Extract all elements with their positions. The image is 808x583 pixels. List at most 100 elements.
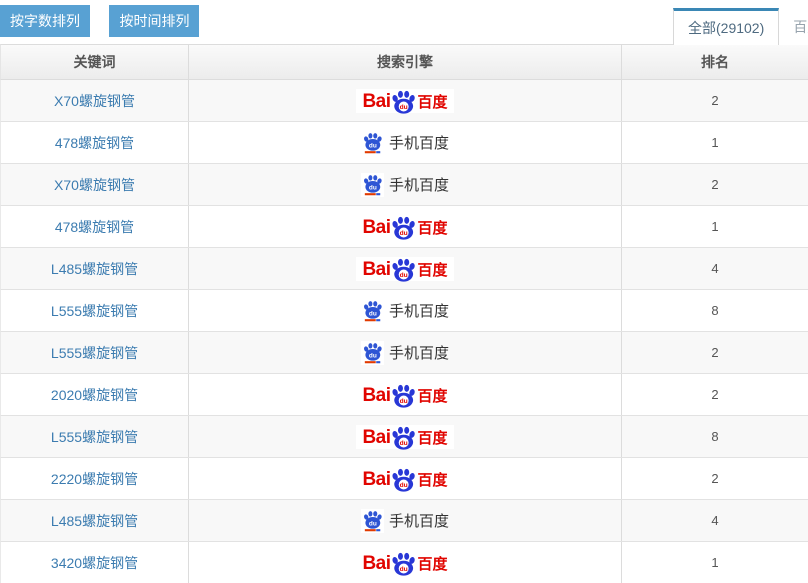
table-row: 478螺旋钢管 Bai du 百度 xyxy=(0,206,808,248)
rank-value: 1 xyxy=(711,555,718,570)
baidu-mobile-logo: du 手机百度 xyxy=(361,299,449,323)
keyword-link[interactable]: L485螺旋钢管 xyxy=(51,511,138,531)
baidu-mobile-label: 手机百度 xyxy=(389,300,449,321)
rank-report-page: 按字数排列 按时间排列 全部(29102) 百度 关键词 搜索引擎 排名 X70… xyxy=(0,0,808,583)
table-row: X70螺旋钢管 Bai du 百度 xyxy=(0,164,808,206)
baidu-pc-logo: Bai du 百度 xyxy=(356,89,453,113)
header-rank: 排名 xyxy=(622,45,808,79)
svg-text:du: du xyxy=(369,520,377,527)
baidu-mobile-paw-icon: du xyxy=(361,341,384,365)
table-row: L555螺旋钢管 Bai du 百度 xyxy=(0,290,808,332)
rank-value: 8 xyxy=(711,303,718,318)
baidu-logo-cn-text: 百度 xyxy=(418,472,448,490)
baidu-pc-logo: Bai du 百度 xyxy=(356,425,453,449)
baidu-logo-cn-text: 百度 xyxy=(418,388,448,406)
baidu-logo-cn-text: 百度 xyxy=(418,94,448,112)
keyword-link[interactable]: L555螺旋钢管 xyxy=(51,427,138,447)
svg-text:du: du xyxy=(399,397,407,404)
table-row: 478螺旋钢管 Bai du 百度 xyxy=(0,122,808,164)
sort-toolbar: 按字数排列 按时间排列 xyxy=(0,5,199,37)
rank-value: 1 xyxy=(711,219,718,234)
baidu-logo-bai-text: Bai xyxy=(362,554,390,574)
rank-value: 2 xyxy=(711,471,718,486)
svg-text:du: du xyxy=(369,310,377,317)
table-row: 2020螺旋钢管 Bai du 百度 xyxy=(0,374,808,416)
baidu-mobile-label: 手机百度 xyxy=(389,342,449,363)
baidu-mobile-label: 手机百度 xyxy=(389,174,449,195)
table-body: X70螺旋钢管 Bai du 百度 xyxy=(0,80,808,583)
baidu-paw-icon: du xyxy=(390,552,417,576)
keyword-rank-table: 关键词 搜索引擎 排名 X70螺旋钢管 Bai du 百度 xyxy=(0,44,808,583)
baidu-paw-icon: du xyxy=(390,468,417,492)
baidu-mobile-paw-icon: du xyxy=(361,299,384,323)
svg-text:du: du xyxy=(399,439,407,446)
svg-text:du: du xyxy=(399,565,407,572)
keyword-link[interactable]: 2020螺旋钢管 xyxy=(51,385,138,405)
header-keyword: 关键词 xyxy=(1,45,189,79)
tab-baidu[interactable]: 百度 xyxy=(779,8,808,45)
keyword-link[interactable]: L555螺旋钢管 xyxy=(51,301,138,321)
rank-value: 2 xyxy=(711,177,718,192)
tab-all[interactable]: 全部(29102) xyxy=(673,8,779,45)
keyword-link[interactable]: 478螺旋钢管 xyxy=(55,133,134,153)
rank-value: 4 xyxy=(711,513,718,528)
table-row: 3420螺旋钢管 Bai du 百度 xyxy=(0,542,808,583)
baidu-logo-cn-text: 百度 xyxy=(418,220,448,238)
baidu-paw-icon: du xyxy=(390,384,417,408)
svg-text:du: du xyxy=(399,481,407,488)
baidu-mobile-paw-icon: du xyxy=(361,173,384,197)
baidu-mobile-logo: du 手机百度 xyxy=(361,341,449,365)
table-row: L485螺旋钢管 Bai du 百度 xyxy=(0,248,808,290)
baidu-mobile-logo: du 手机百度 xyxy=(361,509,449,533)
baidu-logo-cn-text: 百度 xyxy=(418,556,448,574)
keyword-link[interactable]: L555螺旋钢管 xyxy=(51,343,138,363)
rank-value: 2 xyxy=(711,387,718,402)
rank-value: 8 xyxy=(711,429,718,444)
table-header-row: 关键词 搜索引擎 排名 xyxy=(0,44,808,80)
sort-by-wordcount-button[interactable]: 按字数排列 xyxy=(0,5,90,37)
baidu-mobile-paw-icon: du xyxy=(361,509,384,533)
rank-value: 4 xyxy=(711,261,718,276)
baidu-logo-bai-text: Bai xyxy=(362,92,390,112)
table-row: 2220螺旋钢管 Bai du 百度 xyxy=(0,458,808,500)
svg-text:du: du xyxy=(399,271,407,278)
baidu-logo-cn-text: 百度 xyxy=(418,430,448,448)
keyword-link[interactable]: 3420螺旋钢管 xyxy=(51,553,138,573)
svg-text:du: du xyxy=(399,103,407,110)
baidu-paw-icon: du xyxy=(390,258,417,282)
rank-value: 2 xyxy=(711,345,718,360)
baidu-logo-bai-text: Bai xyxy=(362,386,390,406)
svg-text:du: du xyxy=(369,142,377,149)
rank-value: 1 xyxy=(711,135,718,150)
keyword-link[interactable]: 2220螺旋钢管 xyxy=(51,469,138,489)
table-row: X70螺旋钢管 Bai du 百度 xyxy=(0,80,808,122)
keyword-link[interactable]: X70螺旋钢管 xyxy=(54,91,135,111)
table-row: L485螺旋钢管 Bai du 百度 xyxy=(0,500,808,542)
keyword-link[interactable]: 478螺旋钢管 xyxy=(55,217,134,237)
svg-text:du: du xyxy=(369,184,377,191)
baidu-mobile-logo: du 手机百度 xyxy=(361,131,449,155)
baidu-logo-bai-text: Bai xyxy=(362,428,390,448)
baidu-mobile-paw-icon: du xyxy=(361,131,384,155)
baidu-mobile-logo: du 手机百度 xyxy=(361,173,449,197)
table-row: L555螺旋钢管 Bai du 百度 xyxy=(0,416,808,458)
baidu-pc-logo: Bai du 百度 xyxy=(356,551,453,575)
header-search-engine: 搜索引擎 xyxy=(189,45,622,79)
baidu-paw-icon: du xyxy=(390,216,417,240)
keyword-link[interactable]: X70螺旋钢管 xyxy=(54,175,135,195)
baidu-paw-icon: du xyxy=(390,426,417,450)
keyword-link[interactable]: L485螺旋钢管 xyxy=(51,259,138,279)
table-row: L555螺旋钢管 Bai du 百度 xyxy=(0,332,808,374)
baidu-pc-logo: Bai du 百度 xyxy=(356,383,453,407)
baidu-mobile-label: 手机百度 xyxy=(389,132,449,153)
baidu-pc-logo: Bai du 百度 xyxy=(356,257,453,281)
baidu-mobile-label: 手机百度 xyxy=(389,510,449,531)
baidu-logo-bai-text: Bai xyxy=(362,260,390,280)
engine-filter-tabs: 全部(29102) 百度 xyxy=(673,8,808,45)
sort-by-time-button[interactable]: 按时间排列 xyxy=(109,5,199,37)
baidu-logo-cn-text: 百度 xyxy=(418,262,448,280)
svg-text:du: du xyxy=(399,229,407,236)
rank-value: 2 xyxy=(711,93,718,108)
baidu-paw-icon: du xyxy=(390,90,417,114)
svg-text:du: du xyxy=(369,352,377,359)
